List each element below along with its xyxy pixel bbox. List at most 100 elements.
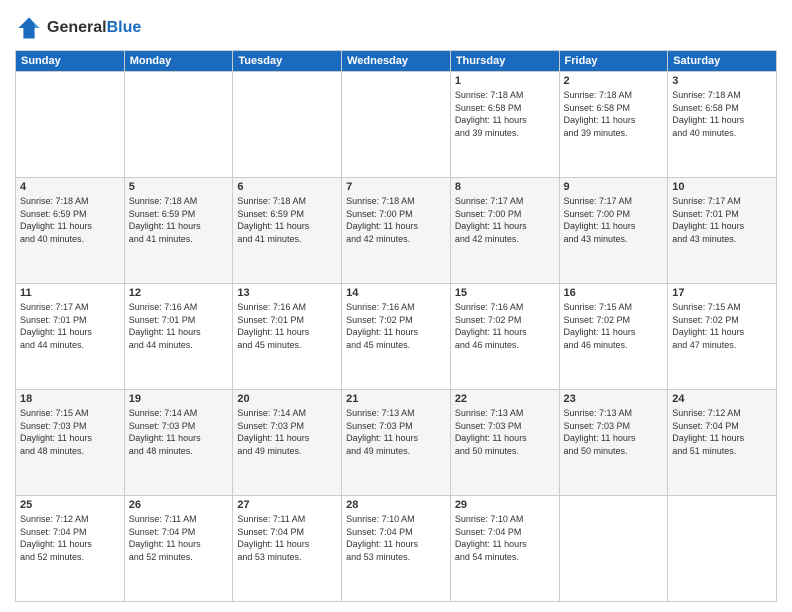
calendar-cell: 2 Sunrise: 7:18 AMSunset: 6:58 PMDaylight… xyxy=(559,72,668,178)
day-info: Sunrise: 7:10 AMSunset: 7:04 PMDaylight:… xyxy=(455,513,555,563)
day-info: Sunrise: 7:17 AMSunset: 7:01 PMDaylight:… xyxy=(672,195,772,245)
day-info: Sunrise: 7:18 AMSunset: 7:00 PMDaylight:… xyxy=(346,195,446,245)
calendar-cell: 12 Sunrise: 7:16 AMSunset: 7:01 PMDayligh… xyxy=(124,284,233,390)
day-number: 7 xyxy=(346,181,446,193)
calendar-cell: 5 Sunrise: 7:18 AMSunset: 6:59 PMDaylight… xyxy=(124,178,233,284)
calendar-cell: 8 Sunrise: 7:17 AMSunset: 7:00 PMDaylight… xyxy=(450,178,559,284)
calendar-cell xyxy=(124,72,233,178)
day-info: Sunrise: 7:16 AMSunset: 7:02 PMDaylight:… xyxy=(346,301,446,351)
calendar-cell: 25 Sunrise: 7:12 AMSunset: 7:04 PMDayligh… xyxy=(16,496,125,602)
calendar-cell: 29Sunrise: 7:10 AMSunset: 7:04 PMDayligh… xyxy=(450,496,559,602)
calendar-cell: 27Sunrise: 7:11 AMSunset: 7:04 PMDayligh… xyxy=(233,496,342,602)
day-info: Sunrise: 7:15 AMSunset: 7:02 PMDaylight:… xyxy=(564,301,664,351)
day-info: Sunrise: 7:15 AMSunset: 7:02 PMDaylight:… xyxy=(672,301,772,351)
day-info: Sunrise: 7:18 AMSunset: 6:58 PMDaylight:… xyxy=(564,89,664,139)
header-friday: Friday xyxy=(559,51,668,72)
day-info: Sunrise: 7:13 AMSunset: 7:03 PMDaylight:… xyxy=(455,407,555,457)
logo-text: GeneralBlue xyxy=(47,19,141,37)
day-number: 11 xyxy=(20,287,120,299)
day-number: 8 xyxy=(455,181,555,193)
day-number: 13 xyxy=(237,287,337,299)
day-info: Sunrise: 7:17 AMSunset: 7:00 PMDaylight:… xyxy=(455,195,555,245)
calendar-cell: 17Sunrise: 7:15 AMSunset: 7:02 PMDayligh… xyxy=(668,284,777,390)
day-info: Sunrise: 7:18 AMSunset: 6:59 PMDaylight:… xyxy=(20,195,120,245)
day-number: 3 xyxy=(672,75,772,87)
calendar-cell: 26 Sunrise: 7:11 AMSunset: 7:04 PMDayligh… xyxy=(124,496,233,602)
calendar-cell: 24 Sunrise: 7:12 AMSunset: 7:04 PMDayligh… xyxy=(668,390,777,496)
day-number: 1 xyxy=(455,75,555,87)
calendar-table: Sunday Monday Tuesday Wednesday Thursday… xyxy=(15,50,777,602)
calendar-cell: 14 Sunrise: 7:16 AMSunset: 7:02 PMDayligh… xyxy=(342,284,451,390)
day-info: Sunrise: 7:17 AMSunset: 7:01 PMDaylight:… xyxy=(20,301,120,351)
day-number: 24 xyxy=(672,393,772,405)
calendar-cell xyxy=(233,72,342,178)
day-info: Sunrise: 7:18 AMSunset: 6:58 PMDaylight:… xyxy=(455,89,555,139)
calendar-week-row: 1 Sunrise: 7:18 AMSunset: 6:58 PMDaylight… xyxy=(16,72,777,178)
header: GeneralBlue xyxy=(15,10,777,42)
day-info: Sunrise: 7:18 AMSunset: 6:59 PMDaylight:… xyxy=(129,195,229,245)
calendar-cell: 3 Sunrise: 7:18 AMSunset: 6:58 PMDaylight… xyxy=(668,72,777,178)
calendar-week-row: 4 Sunrise: 7:18 AMSunset: 6:59 PMDaylight… xyxy=(16,178,777,284)
day-number: 10 xyxy=(672,181,772,193)
day-info: Sunrise: 7:16 AMSunset: 7:02 PMDaylight:… xyxy=(455,301,555,351)
calendar-cell: 20 Sunrise: 7:14 AMSunset: 7:03 PMDayligh… xyxy=(233,390,342,496)
day-number: 27 xyxy=(237,499,337,511)
header-sunday: Sunday xyxy=(16,51,125,72)
day-number: 12 xyxy=(129,287,229,299)
logo-icon xyxy=(15,14,43,42)
header-wednesday: Wednesday xyxy=(342,51,451,72)
day-info: Sunrise: 7:17 AMSunset: 7:00 PMDaylight:… xyxy=(564,195,664,245)
header-tuesday: Tuesday xyxy=(233,51,342,72)
calendar-cell: 28Sunrise: 7:10 AMSunset: 7:04 PMDayligh… xyxy=(342,496,451,602)
calendar-cell: 4 Sunrise: 7:18 AMSunset: 6:59 PMDaylight… xyxy=(16,178,125,284)
day-number: 23 xyxy=(564,393,664,405)
day-info: Sunrise: 7:14 AMSunset: 7:03 PMDaylight:… xyxy=(129,407,229,457)
calendar-cell: 21 Sunrise: 7:13 AMSunset: 7:03 PMDayligh… xyxy=(342,390,451,496)
calendar-cell: 13 Sunrise: 7:16 AMSunset: 7:01 PMDayligh… xyxy=(233,284,342,390)
header-saturday: Saturday xyxy=(668,51,777,72)
day-number: 26 xyxy=(129,499,229,511)
day-info: Sunrise: 7:15 AMSunset: 7:03 PMDaylight:… xyxy=(20,407,120,457)
calendar-cell: 19 Sunrise: 7:14 AMSunset: 7:03 PMDayligh… xyxy=(124,390,233,496)
day-info: Sunrise: 7:18 AMSunset: 6:59 PMDaylight:… xyxy=(237,195,337,245)
day-number: 18 xyxy=(20,393,120,405)
day-number: 5 xyxy=(129,181,229,193)
day-info: Sunrise: 7:11 AMSunset: 7:04 PMDaylight:… xyxy=(129,513,229,563)
day-number: 20 xyxy=(237,393,337,405)
header-thursday: Thursday xyxy=(450,51,559,72)
day-number: 6 xyxy=(237,181,337,193)
days-header-row: Sunday Monday Tuesday Wednesday Thursday… xyxy=(16,51,777,72)
day-number: 2 xyxy=(564,75,664,87)
day-info: Sunrise: 7:16 AMSunset: 7:01 PMDaylight:… xyxy=(237,301,337,351)
day-number: 22 xyxy=(455,393,555,405)
calendar-cell xyxy=(16,72,125,178)
calendar-cell xyxy=(559,496,668,602)
day-number: 4 xyxy=(20,181,120,193)
day-number: 16 xyxy=(564,287,664,299)
calendar-week-row: 11 Sunrise: 7:17 AMSunset: 7:01 PMDayligh… xyxy=(16,284,777,390)
calendar-cell: 16 Sunrise: 7:15 AMSunset: 7:02 PMDayligh… xyxy=(559,284,668,390)
day-number: 15 xyxy=(455,287,555,299)
day-info: Sunrise: 7:18 AMSunset: 6:58 PMDaylight:… xyxy=(672,89,772,139)
day-info: Sunrise: 7:12 AMSunset: 7:04 PMDaylight:… xyxy=(672,407,772,457)
day-info: Sunrise: 7:12 AMSunset: 7:04 PMDaylight:… xyxy=(20,513,120,563)
day-number: 19 xyxy=(129,393,229,405)
day-info: Sunrise: 7:16 AMSunset: 7:01 PMDaylight:… xyxy=(129,301,229,351)
calendar-week-row: 18 Sunrise: 7:15 AMSunset: 7:03 PMDayligh… xyxy=(16,390,777,496)
calendar-cell: 22 Sunrise: 7:13 AMSunset: 7:03 PMDayligh… xyxy=(450,390,559,496)
calendar-week-row: 25 Sunrise: 7:12 AMSunset: 7:04 PMDayligh… xyxy=(16,496,777,602)
day-number: 28 xyxy=(346,499,446,511)
day-number: 21 xyxy=(346,393,446,405)
calendar-cell: 23Sunrise: 7:13 AMSunset: 7:03 PMDayligh… xyxy=(559,390,668,496)
day-number: 14 xyxy=(346,287,446,299)
day-info: Sunrise: 7:13 AMSunset: 7:03 PMDaylight:… xyxy=(346,407,446,457)
day-info: Sunrise: 7:14 AMSunset: 7:03 PMDaylight:… xyxy=(237,407,337,457)
day-number: 25 xyxy=(20,499,120,511)
calendar-page: GeneralBlue Sunday Monday Tuesday Wednes… xyxy=(0,0,792,612)
calendar-cell: 7 Sunrise: 7:18 AMSunset: 7:00 PMDaylight… xyxy=(342,178,451,284)
calendar-cell: 9 Sunrise: 7:17 AMSunset: 7:00 PMDaylight… xyxy=(559,178,668,284)
calendar-cell: 15 Sunrise: 7:16 AMSunset: 7:02 PMDayligh… xyxy=(450,284,559,390)
calendar-cell: 10 Sunrise: 7:17 AMSunset: 7:01 PMDayligh… xyxy=(668,178,777,284)
header-monday: Monday xyxy=(124,51,233,72)
day-number: 9 xyxy=(564,181,664,193)
